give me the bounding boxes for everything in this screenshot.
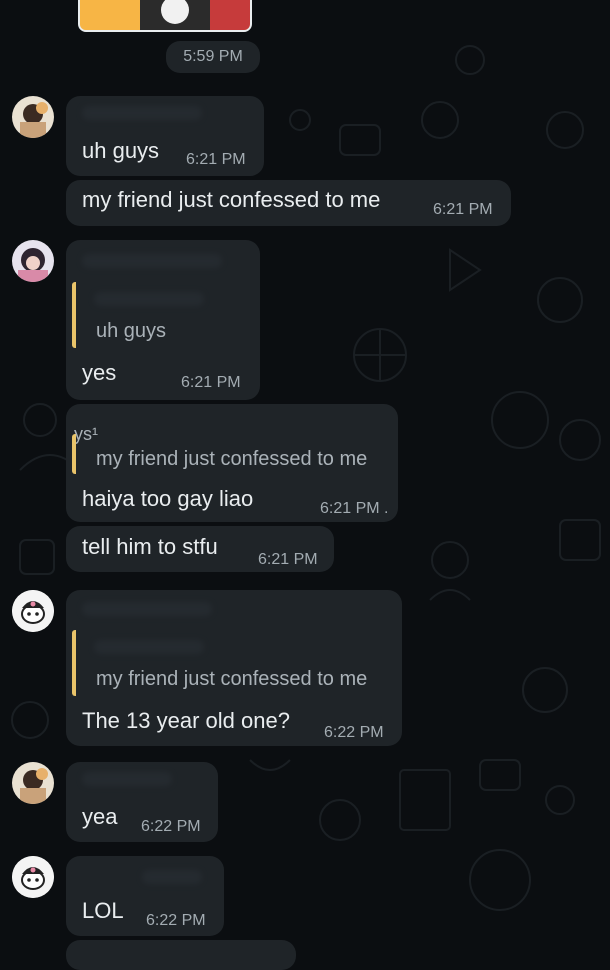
avatar-icon[interactable] <box>12 856 54 898</box>
quoted-sender-redacted <box>94 292 204 306</box>
image-attachment[interactable] <box>78 0 252 32</box>
message-text: uh guys <box>82 138 160 163</box>
message-bubble[interactable]: uh guys 6:21 PM <box>66 96 264 176</box>
avatar-icon[interactable] <box>12 762 54 804</box>
avatar-icon[interactable] <box>12 240 54 282</box>
message-bubble[interactable]: tell him to stfu 6:21 PM <box>66 526 334 572</box>
message-time: 6:21 PM . <box>320 500 389 517</box>
quoted-message[interactable]: my friend just confessed to me <box>72 434 390 474</box>
message-bubble[interactable]: my friend just confessed to me The 13 ye… <box>66 590 402 746</box>
message-time: 6:21 PM <box>186 151 246 168</box>
quoted-sender-redacted <box>94 640 204 654</box>
quoted-message[interactable]: my friend just confessed to me <box>72 630 392 696</box>
message-text: haiya too gay liao <box>82 486 254 511</box>
avatar-icon[interactable] <box>12 96 54 138</box>
message-bubble[interactable]: LOL 6:22 PM <box>66 856 224 936</box>
avatar-icon[interactable] <box>12 590 54 632</box>
message-text: yes <box>82 360 117 385</box>
message-text: yea <box>82 804 118 829</box>
sender-name-redacted <box>82 106 202 120</box>
quoted-text: uh guys <box>96 320 167 342</box>
message-time: 6:22 PM <box>324 724 384 741</box>
quoted-message[interactable]: uh guys <box>72 282 252 348</box>
message-text: LOL <box>82 898 124 923</box>
message-bubble[interactable]: ys¹ my friend just confessed to me haiya… <box>66 404 398 522</box>
sender-name-redacted <box>82 254 222 268</box>
message-time: 6:22 PM <box>146 912 206 929</box>
message-text: my friend just confessed to me <box>82 187 381 212</box>
message-text: tell him to stfu <box>82 534 218 559</box>
message-time: 6:21 PM <box>181 374 241 391</box>
message-bubble[interactable] <box>66 940 296 970</box>
message-bubble[interactable]: my friend just confessed to me 6:21 PM <box>66 180 511 226</box>
message-time: 6:21 PM <box>433 201 493 218</box>
quoted-text: my friend just confessed to me <box>96 668 368 690</box>
quoted-text: my friend just confessed to me <box>96 448 368 470</box>
sender-name-redacted <box>142 870 202 884</box>
timestamp-pill: 5:59 PM <box>166 41 260 73</box>
sender-name-redacted <box>82 602 212 616</box>
message-bubble[interactable]: yea 6:22 PM <box>66 762 218 842</box>
message-text: The 13 year old one? <box>82 708 290 733</box>
message-time: 6:22 PM <box>141 818 201 835</box>
sender-name-redacted <box>82 772 172 786</box>
message-time: 6:21 PM <box>258 551 318 568</box>
message-bubble[interactable]: uh guys yes 6:21 PM <box>66 240 260 400</box>
